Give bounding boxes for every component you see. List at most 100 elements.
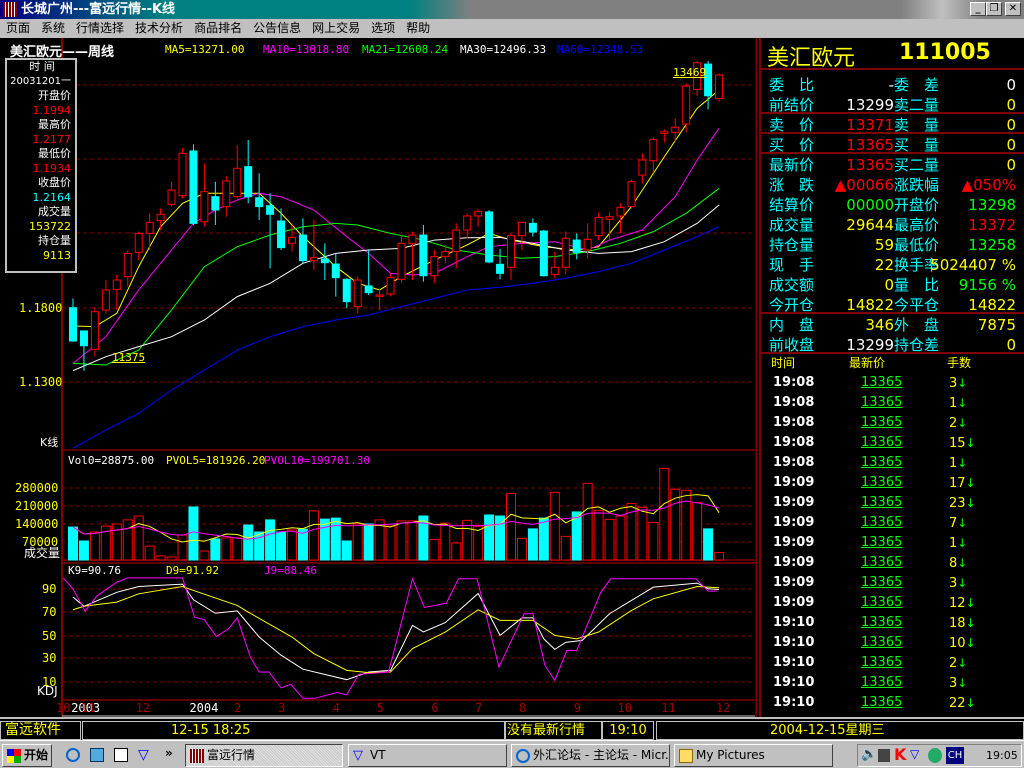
candle <box>112 274 121 311</box>
quote-row: 最新价 13365 买二量 0 <box>761 155 1024 175</box>
quote-value: 13298 <box>968 196 1016 214</box>
x-tick-label: 12 <box>135 701 151 715</box>
volume-bar <box>254 531 265 561</box>
x-tick-label: 2004 <box>189 701 219 715</box>
volume-bar <box>276 531 287 561</box>
start-button[interactable]: 开始 <box>2 744 52 767</box>
volume-bar <box>243 524 254 561</box>
outlook-icon[interactable] <box>90 748 104 762</box>
tick-price: 13365 <box>861 375 903 390</box>
volume-bar <box>89 531 100 561</box>
volume-icon[interactable]: 🔈 <box>861 747 877 762</box>
quote-value: 346 <box>865 316 894 334</box>
volume-bar <box>308 510 319 561</box>
candle-body <box>156 213 165 222</box>
volume-bar <box>78 540 89 561</box>
down-arrow-icon: ↓ <box>965 496 976 510</box>
candle-body <box>539 230 548 277</box>
minimize-button[interactable]: _ <box>970 2 986 16</box>
volume-bar <box>68 526 78 561</box>
ma5-label: MA5=13271.00 <box>165 43 245 56</box>
k-tray-icon[interactable]: K <box>894 745 906 764</box>
candle-body <box>320 258 329 264</box>
tick-row: 19:08 13365 1↓ <box>761 453 1024 473</box>
info-volume-value: 153722 <box>29 219 71 233</box>
ticks-header-volume: 手数 <box>947 356 972 370</box>
volume-bar <box>188 506 199 561</box>
ie-icon[interactable] <box>66 748 80 762</box>
quote-row: 内 盘 346 外 盘 7875 <box>761 315 1024 335</box>
quote-label: 买二量 <box>894 156 940 174</box>
quote-value: 13365 <box>846 156 894 174</box>
tick-time: 19:08 <box>773 455 815 470</box>
vt-quicklaunch-icon[interactable]: ▽ <box>138 747 149 763</box>
restore-button[interactable]: ❐ <box>986 2 1002 16</box>
x-tick-label: 10 <box>617 701 632 715</box>
volume-bar <box>615 515 626 561</box>
divider <box>761 312 1024 314</box>
tick-time: 19:09 <box>773 495 815 510</box>
quicklaunch-chevron[interactable]: » <box>165 746 173 760</box>
volume-bar <box>703 528 714 561</box>
down-arrow-icon: ↓ <box>957 516 968 530</box>
quote-label: 成交量 <box>769 216 815 234</box>
task-label: My Pictures <box>696 748 765 762</box>
ma30-label: MA30=12496.33 <box>460 43 547 56</box>
candle <box>671 118 680 142</box>
down-arrow-icon: ↓ <box>965 696 976 710</box>
volume-bar <box>352 523 363 561</box>
x-tick-label: 2 <box>234 701 242 715</box>
tick-price: 13365 <box>861 395 903 410</box>
ma60-label: MA60=12348.53 <box>557 43 644 56</box>
x-tick-label: 4 <box>332 701 341 715</box>
kline-axis-label: K线 <box>40 436 59 449</box>
task-vt[interactable]: ▽ VT <box>348 744 507 767</box>
candle-body <box>397 242 406 280</box>
volume-bar <box>451 542 462 561</box>
candle-body <box>605 216 614 220</box>
candle-body <box>517 221 526 237</box>
quote-row: 涨 跌 ▲00066 涨跌幅 ▲050% <box>761 175 1024 195</box>
quote-value: 00000 <box>846 196 894 214</box>
close-button[interactable]: ✕ <box>1005 2 1021 16</box>
desktop-icon[interactable] <box>114 748 128 762</box>
candle-body <box>638 159 647 176</box>
candle-body <box>298 234 307 262</box>
tick-time: 19:08 <box>773 395 815 410</box>
volume-bar <box>210 538 221 561</box>
pvol10-label: PVOL10=199701.30 <box>264 454 370 467</box>
task-forum[interactable]: 外汇论坛 - 主论坛 - Micr... <box>511 744 670 767</box>
volume-bar <box>484 514 495 561</box>
tick-price: 13365 <box>861 475 903 490</box>
vol-tick-280000: 280000 <box>15 481 59 495</box>
info-oi-value: 9113 <box>43 248 71 262</box>
tick-row: 19:09 13365 17↓ <box>761 473 1024 493</box>
candle-body <box>331 263 340 279</box>
down-arrow-icon: ↓ <box>957 396 968 410</box>
tick-price: 13365 <box>861 655 903 670</box>
candle <box>649 137 658 174</box>
candle <box>375 288 384 311</box>
tray-app-icon[interactable] <box>928 748 942 763</box>
clock: 19:05 <box>986 749 1018 762</box>
quote-value: 29644 <box>846 216 894 234</box>
task-label: 富远行情 <box>207 748 256 762</box>
pvol5-label: PVOL5=181926.20 <box>166 454 266 467</box>
candle-body <box>408 234 417 244</box>
candle <box>594 212 603 241</box>
vt-tray-icon[interactable]: ▽ <box>910 747 919 761</box>
volume-bar <box>177 534 188 561</box>
tick-price: 13365 <box>861 675 903 690</box>
volume-bar <box>396 520 407 561</box>
volume-bar <box>714 552 725 561</box>
task-my-pictures[interactable]: My Pictures <box>674 744 833 767</box>
candle <box>123 249 132 287</box>
quote-value: 59 <box>874 236 894 254</box>
quote-label: 外 盘 <box>894 316 940 334</box>
task-fuyuan[interactable]: 富远行情 <box>185 744 343 767</box>
network-icon[interactable] <box>878 749 890 762</box>
tick-time: 19:09 <box>773 555 815 570</box>
language-indicator[interactable]: CH <box>946 747 964 764</box>
volume-bar <box>516 537 527 561</box>
candle <box>200 163 209 227</box>
